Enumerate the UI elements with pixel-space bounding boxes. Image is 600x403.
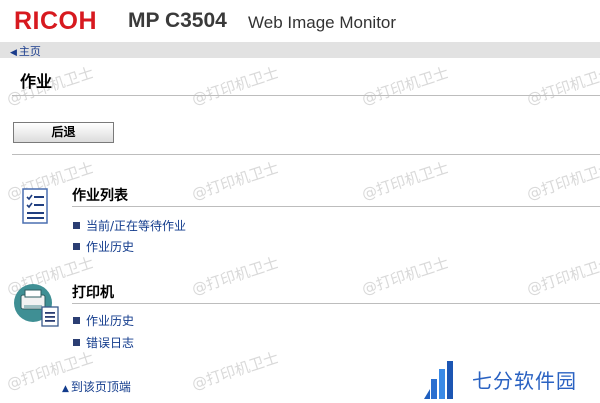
watermark: @打印机卫士 (189, 253, 281, 299)
nav-bar: ◀ 主页 (0, 42, 600, 58)
link-label: 错误日志 (86, 336, 135, 350)
link-printer-job-history[interactable]: 作业历史 (73, 312, 134, 329)
caret-up-icon: ▲ (62, 384, 69, 394)
model-name: MP C3504 (128, 9, 227, 32)
link-job-history[interactable]: 作业历史 (73, 238, 134, 255)
caret-left-icon: ◀ (10, 48, 17, 58)
watermark: @打印机卫士 (359, 63, 451, 109)
divider (72, 303, 600, 304)
page-title: 作业 (20, 72, 53, 91)
watermark: @打印机卫士 (524, 63, 600, 109)
bar-chart-logo-icon (424, 361, 453, 399)
watermark: @打印机卫士 (524, 158, 600, 204)
home-link-label: 主页 (18, 45, 41, 58)
job-list-icon (22, 188, 48, 224)
bullet-icon (73, 317, 80, 324)
app-subtitle: Web Image Monitor (248, 13, 397, 32)
bullet-icon (73, 243, 80, 250)
back-to-top-label: 到该页顶端 (70, 380, 131, 394)
brand-logo: RICOH (14, 7, 98, 35)
link-error-log[interactable]: 错误日志 (73, 334, 134, 351)
divider (72, 206, 600, 207)
back-button[interactable]: 后退 (13, 122, 114, 143)
section-title-printer: 打印机 (72, 285, 114, 301)
header-bar: RICOH MP C3504 Web Image Monitor (0, 0, 600, 42)
divider (12, 95, 600, 96)
home-link[interactable]: ◀ 主页 (10, 43, 41, 59)
bullet-icon (73, 222, 80, 229)
link-label: 作业历史 (86, 314, 135, 328)
watermark: @打印机卫士 (359, 158, 451, 204)
bullet-icon (73, 339, 80, 346)
badge-text: 七分软件园 (472, 369, 577, 393)
watermark: @打印机卫士 (359, 253, 451, 299)
watermark: @打印机卫士 (524, 253, 600, 299)
watermark: @打印机卫士 (189, 158, 281, 204)
section-title-job-list: 作业列表 (72, 188, 128, 204)
printer-icon (14, 284, 59, 327)
watermark: @打印机卫士 (189, 63, 281, 109)
link-label: 作业历史 (86, 240, 135, 254)
link-label: 当前/正在等待作业 (86, 219, 187, 233)
back-to-top-link[interactable]: ▲ 到该页顶端 (62, 378, 131, 395)
watermark: @打印机卫士 (189, 348, 281, 394)
link-current-waiting-jobs[interactable]: 当前/正在等待作业 (73, 217, 186, 234)
divider (12, 154, 600, 155)
site-badge: 七分软件园 (402, 355, 600, 403)
